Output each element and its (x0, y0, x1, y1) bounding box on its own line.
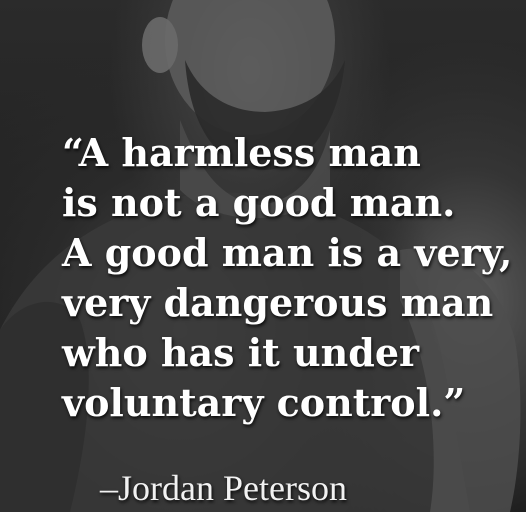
figure-ear (142, 17, 178, 73)
quote-attribution: –Jordan Peterson (100, 468, 347, 508)
quote-line: who has it under (62, 330, 420, 375)
quote-line: A good man is a very, (62, 230, 513, 275)
quote-poster: “A harmless man is not a good man. A goo… (0, 0, 526, 512)
quote-line: “A harmless man (62, 130, 421, 175)
quote-line: very dangerous man (62, 280, 494, 325)
quote-line: is not a good man. (62, 180, 456, 225)
quote-line: voluntary control.” (62, 380, 466, 425)
quote-text: “A harmless man is not a good man. A goo… (62, 128, 512, 428)
